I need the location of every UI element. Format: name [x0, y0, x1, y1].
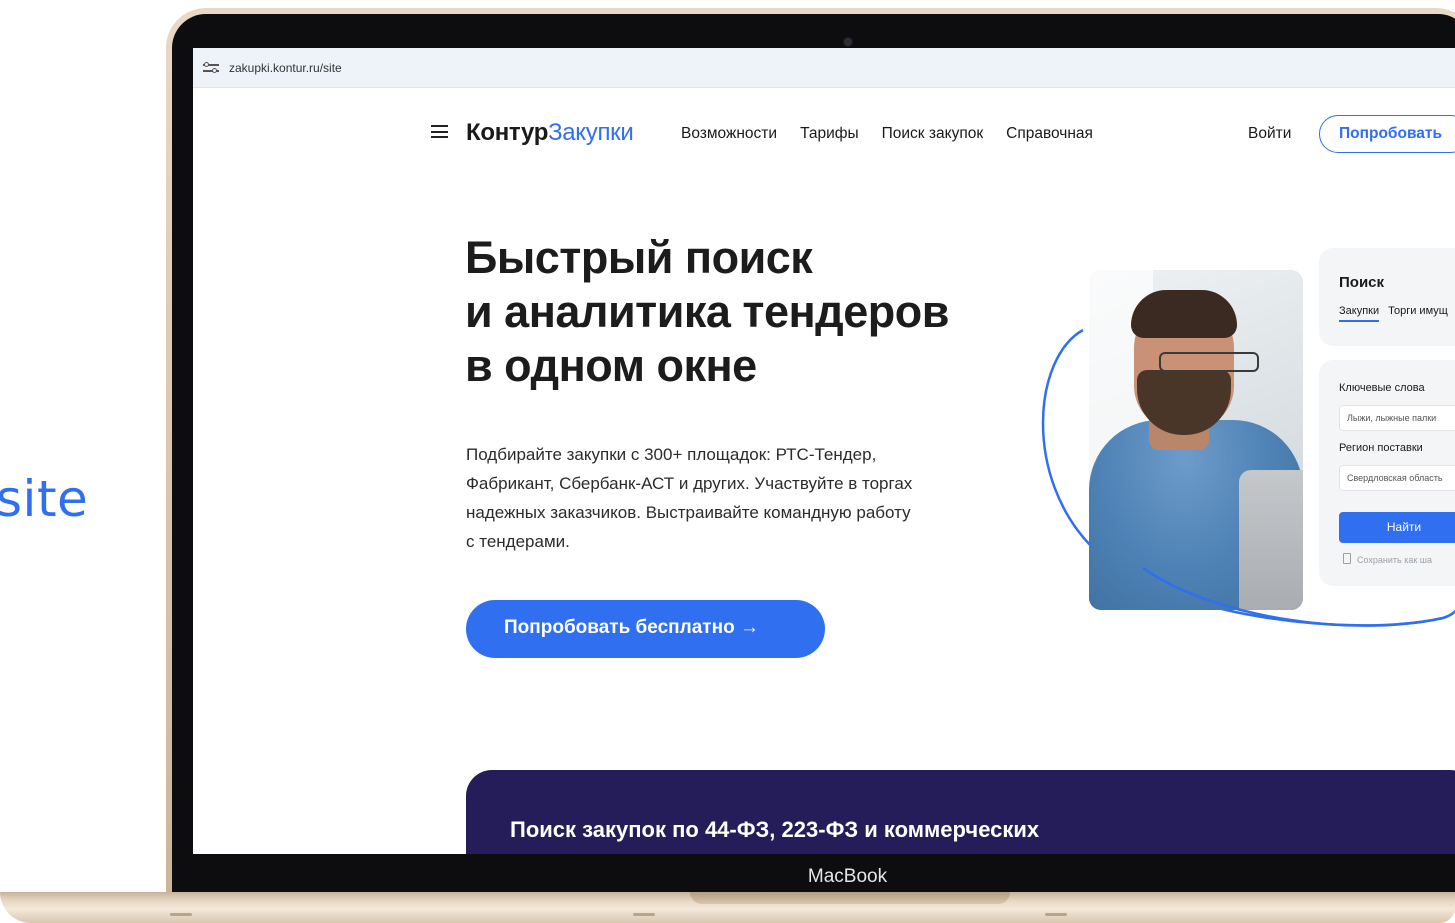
search-tabs: Закупки Торги имущ	[1339, 305, 1448, 322]
menu-item-help[interactable]: Справочная	[1006, 125, 1093, 143]
laptop-foot	[170, 913, 192, 916]
try-free-button[interactable]: Попробовать бесплатно →	[466, 600, 825, 658]
laptop-foot	[1045, 913, 1067, 916]
laptop-hinge-notch	[690, 892, 1010, 904]
bookmark-icon[interactable]	[1343, 553, 1351, 564]
region-label: Регион поставки	[1339, 442, 1423, 454]
try-button[interactable]: Попробовать	[1319, 115, 1455, 153]
region-input[interactable]: Свердловская область	[1339, 465, 1455, 491]
main-menu: Возможности Тарифы Поиск закупок Справоч…	[681, 125, 1093, 143]
hero-title: Быстрый поиск и аналитика тендеров в одн…	[465, 231, 1065, 393]
search-widget-header: Поиск Закупки Торги имущ	[1319, 248, 1455, 346]
hero-title-line: Быстрый поиск	[465, 232, 813, 283]
tab-purchases[interactable]: Закупки	[1339, 305, 1380, 322]
menu-item-search[interactable]: Поиск закупок	[882, 125, 983, 143]
side-caption: site	[0, 470, 89, 528]
features-banner: Поиск закупок по 44-ФЗ, 223-ФЗ и коммерч…	[466, 770, 1455, 854]
logo-part-kontur: Контур	[466, 119, 549, 146]
browser-screen: zakupki.kontur.ru/site КонтурЗакупки Воз…	[193, 48, 1455, 854]
address-bar[interactable]: zakupki.kontur.ru/site	[193, 48, 1455, 88]
site-logo[interactable]: КонтурЗакупки	[466, 119, 634, 147]
top-navigation: КонтурЗакупки Возможности Тарифы Поиск з…	[193, 115, 1455, 153]
hero-desc-line: надежных заказчиков. Выстраивайте команд…	[466, 503, 911, 522]
tab-property-auctions[interactable]: Торги имущ	[1388, 305, 1448, 322]
menu-item-features[interactable]: Возможности	[681, 125, 777, 143]
camera-icon	[844, 38, 852, 46]
search-widget-form: Ключевые слова Лыжи, лыжные палки Регион…	[1319, 360, 1455, 586]
hero-desc-line: Фабрикант, Сбербанк-АСТ и других. Участв…	[466, 474, 913, 493]
hero-photo	[1089, 270, 1303, 610]
hero-desc-line: Подбирайте закупки с 300+ площадок: РТС-…	[466, 445, 877, 464]
save-template-link[interactable]: Сохранить как ша	[1357, 555, 1432, 565]
device-label: MacBook	[807, 866, 888, 887]
search-widget-title: Поиск	[1339, 274, 1385, 291]
logo-part-zakupki: Закупки	[548, 119, 634, 146]
menu-item-pricing[interactable]: Тарифы	[800, 125, 859, 143]
hero-title-line: в одном окне	[465, 340, 757, 391]
login-link[interactable]: Войти	[1248, 125, 1291, 143]
hamburger-menu-icon[interactable]	[431, 125, 448, 138]
hero-title-line: и аналитика тендеров	[465, 286, 949, 337]
keywords-input[interactable]: Лыжи, лыжные палки	[1339, 405, 1455, 431]
laptop-foot	[633, 913, 655, 916]
keywords-label: Ключевые слова	[1339, 382, 1425, 394]
find-button[interactable]: Найти	[1339, 512, 1455, 543]
site-settings-icon[interactable]	[203, 61, 219, 74]
hero-description: Подбирайте закупки с 300+ площадок: РТС-…	[466, 440, 1026, 556]
banner-heading: Поиск закупок по 44-ФЗ, 223-ФЗ и коммерч…	[510, 817, 1040, 842]
hero-desc-line: с тендерами.	[466, 532, 570, 551]
url-text[interactable]: zakupki.kontur.ru/site	[229, 61, 342, 75]
